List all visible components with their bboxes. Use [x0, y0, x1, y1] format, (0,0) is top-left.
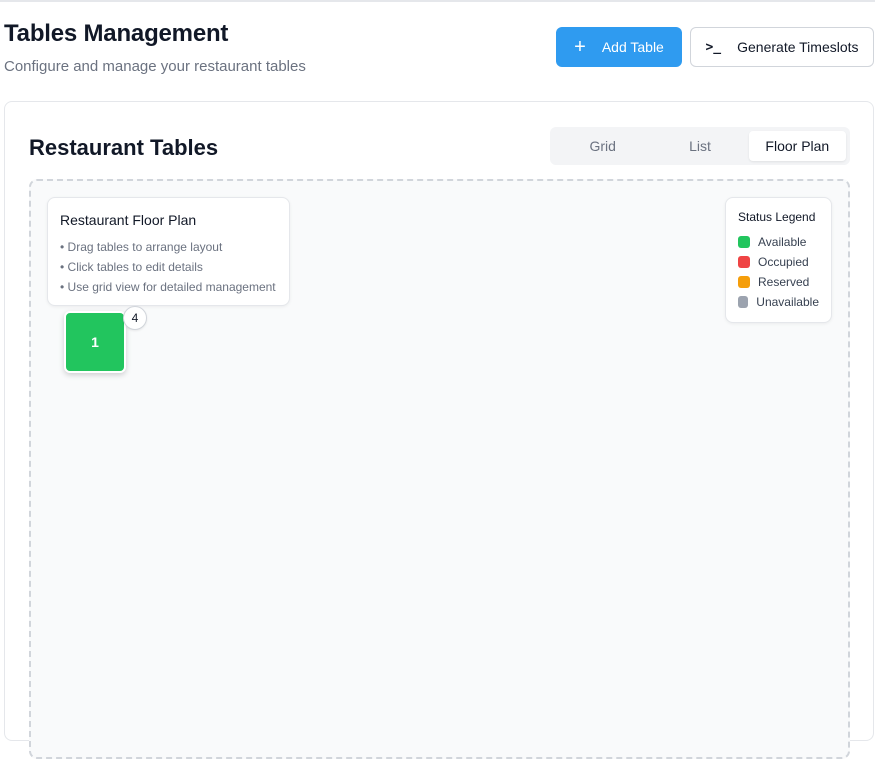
- legend-item-occupied: Occupied: [738, 252, 819, 272]
- add-table-button[interactable]: + Add Table: [556, 27, 682, 67]
- page-subtitle: Configure and manage your restaurant tab…: [4, 58, 306, 75]
- floor-plan-info: Restaurant Floor Plan • Drag tables to a…: [47, 197, 290, 306]
- floor-plan-info-line: • Use grid view for detailed management: [60, 280, 276, 294]
- legend-item-reserved: Reserved: [738, 272, 819, 292]
- floor-plan-info-title: Restaurant Floor Plan: [60, 212, 197, 228]
- legend-label: Reserved: [758, 275, 810, 289]
- table-1[interactable]: 1: [64, 311, 126, 373]
- generate-timeslots-label: Generate Timeslots: [737, 39, 859, 55]
- floor-plan-info-line: • Drag tables to arrange layout: [60, 240, 223, 254]
- card-title: Restaurant Tables: [29, 135, 219, 160]
- legend-label: Occupied: [758, 255, 809, 269]
- add-table-label: Add Table: [601, 39, 664, 55]
- tab-list[interactable]: List: [651, 131, 748, 161]
- floor-plan-canvas[interactable]: Restaurant Floor Plan • Drag tables to a…: [29, 179, 850, 759]
- unavailable-swatch: [738, 296, 749, 308]
- page-title: Tables Management: [4, 20, 229, 47]
- table-number: 1: [91, 334, 99, 350]
- legend-item-available: Available: [738, 232, 819, 252]
- legend-title: Status Legend: [738, 210, 816, 224]
- legend-item-unavailable: Unavailable: [738, 292, 819, 312]
- terminal-icon: >_: [705, 39, 722, 55]
- tab-floor-plan[interactable]: Floor Plan: [748, 131, 846, 161]
- occupied-swatch: [738, 256, 750, 268]
- top-divider: [0, 0, 875, 2]
- view-tabs: Grid List Floor Plan: [550, 127, 850, 165]
- available-swatch: [738, 236, 750, 248]
- legend-label: Available: [758, 235, 807, 249]
- generate-timeslots-button[interactable]: >_ Generate Timeslots: [690, 27, 874, 67]
- restaurant-tables-card: Restaurant Tables Grid List Floor Plan R…: [4, 101, 874, 759]
- legend-label: Unavailable: [756, 295, 819, 309]
- seat-count-badge: 4: [123, 306, 147, 330]
- plus-icon: +: [574, 36, 586, 58]
- floor-plan-info-line: • Click tables to edit details: [60, 260, 203, 274]
- reserved-swatch: [738, 276, 750, 288]
- status-legend: Status Legend Available Occupied Reserve…: [725, 197, 832, 323]
- tab-grid[interactable]: Grid: [554, 131, 651, 161]
